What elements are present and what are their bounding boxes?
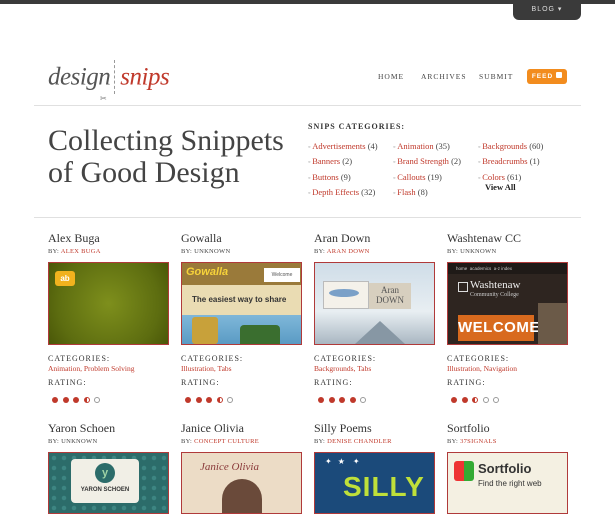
rating-dot: [216, 397, 223, 403]
rating-label: RATING:: [181, 378, 220, 387]
category-link[interactable]: Brand Strength (2): [393, 154, 461, 169]
snip-name[interactable]: Silly Poems: [314, 421, 438, 436]
categories-label: CATEGORIES:: [48, 354, 111, 363]
categories-label: CATEGORIES:: [181, 354, 244, 363]
rating-dot: [339, 397, 345, 403]
snip-name[interactable]: Gowalla: [181, 231, 305, 246]
snip-categories[interactable]: Animation, Problem Solving: [48, 364, 134, 373]
scissors-icon: ✂: [100, 94, 107, 103]
nav-submit-link[interactable]: SUBMIT: [479, 72, 513, 81]
snip-author: BY: UNKNOWN: [181, 248, 231, 255]
rating-label: RATING:: [314, 378, 353, 387]
rating-label: RATING:: [447, 378, 486, 387]
snip-author: BY: ARAN DOWN: [314, 248, 370, 255]
snip-name[interactable]: Yaron Schoen: [48, 421, 172, 436]
categories-column: Advertisements (4)Banners (2)Buttons (9)…: [308, 139, 378, 200]
rating-dot: [83, 397, 90, 403]
snip-thumbnail[interactable]: y YARON SCHOEN: [48, 452, 169, 514]
nav-home-link[interactable]: HOME: [378, 72, 404, 81]
aran-down-logo: Aran DOWN: [369, 283, 411, 309]
page-headline: Collecting Snippets of Good Design: [48, 124, 284, 189]
categories-column: Backgrounds (60)Breadcrumbs (1)Colors (6…: [478, 139, 543, 185]
snip-thumbnail[interactable]: ✦ ★ ✦ SILLY: [314, 452, 435, 514]
snip-name[interactable]: Janice Olivia: [181, 421, 305, 436]
rating-dot: [493, 397, 499, 403]
categories-column: Animation (35)Brand Strength (2)Callouts…: [393, 139, 461, 200]
rating-dots: [318, 390, 371, 403]
ab-logo: ab: [55, 271, 75, 286]
rating-dot: [451, 397, 457, 403]
view-all-link[interactable]: View All: [485, 182, 516, 192]
snip-author: BY: UNKNOWN: [48, 438, 98, 445]
snip-card-title[interactable]: Alex Buga BY: ALEX BUGA: [48, 231, 172, 255]
snip-categories[interactable]: Illustration, Tabs: [181, 364, 232, 373]
category-link[interactable]: Advertisements (4): [308, 139, 377, 154]
snip-author: BY: DENISE CHANDLER: [314, 438, 392, 445]
logo-design-text: design: [48, 63, 111, 91]
rating-dot: [349, 397, 356, 403]
rating-dot: [461, 397, 468, 403]
rating-dot: [185, 397, 191, 403]
gowalla-logo: Gowalla: [186, 266, 229, 278]
category-link[interactable]: Banners (2): [308, 154, 378, 169]
category-link[interactable]: Flash (8): [393, 185, 461, 200]
logo-snips-text: snips: [120, 63, 170, 91]
category-link[interactable]: Animation (35): [393, 139, 461, 154]
categories-label: CATEGORIES:: [447, 354, 510, 363]
category-link[interactable]: Depth Effects (32): [308, 185, 378, 200]
rating-dots: [451, 390, 504, 403]
rating-dot: [206, 397, 212, 403]
rating-label: RATING:: [48, 378, 87, 387]
snip-thumbnail[interactable]: Gowalla Welcome The easiest way to share: [181, 262, 302, 345]
snip-author: BY: UNKNOWN: [447, 248, 497, 255]
snip-thumbnail[interactable]: Aran DOWN: [314, 262, 435, 345]
rating-dots: [185, 390, 238, 403]
rating-dot: [482, 397, 489, 403]
rating-dot: [62, 397, 69, 403]
snip-name[interactable]: Alex Buga: [48, 231, 172, 246]
nav-archives-link[interactable]: ARCHIVES: [421, 72, 467, 81]
blog-dropdown-button[interactable]: BLOG ▾: [513, 0, 581, 20]
category-link[interactable]: Backgrounds (60): [478, 139, 543, 154]
feed-button[interactable]: FEED: [527, 69, 567, 84]
categories-label: CATEGORIES:: [314, 354, 377, 363]
snip-author: BY: 37SIGNALS: [447, 438, 497, 445]
snip-thumbnail[interactable]: ab: [48, 262, 169, 345]
header-divider: [34, 105, 581, 106]
snip-categories[interactable]: Backgrounds, Tabs: [314, 364, 371, 373]
snip-thumbnail[interactable]: Janice Olivia: [181, 452, 302, 514]
categories-title: SNIPS CATEGORIES:: [308, 122, 406, 131]
rating-dot: [328, 397, 335, 403]
logo-divider: [114, 60, 116, 94]
rating-dot: [94, 397, 100, 403]
snip-thumbnail[interactable]: Sortfolio Find the right web: [447, 452, 568, 514]
section-divider: [34, 217, 581, 218]
category-link[interactable]: Callouts (19): [393, 170, 461, 185]
feed-label: FEED: [531, 73, 554, 80]
rating-dot: [472, 397, 478, 403]
rating-dot: [318, 397, 324, 403]
snip-thumbnail[interactable]: home academics a-z index Washtenaw Commu…: [447, 262, 568, 345]
snip-categories[interactable]: Illustration, Navigation: [447, 364, 517, 373]
snip-name[interactable]: Aran Down: [314, 231, 438, 246]
rating-dot: [52, 397, 58, 403]
snip-name[interactable]: Washtenaw CC: [447, 231, 571, 246]
rating-dot: [195, 397, 202, 403]
rating-dots: [52, 390, 105, 403]
rating-dot: [360, 397, 366, 403]
rating-dot: [227, 397, 233, 403]
snip-name[interactable]: Sortfolio: [447, 421, 571, 436]
site-logo[interactable]: design snips: [48, 60, 170, 96]
snip-author: BY: CONCEPT CULTURE: [181, 438, 260, 445]
category-link[interactable]: Buttons (9): [308, 170, 378, 185]
snip-author: BY: ALEX BUGA: [48, 248, 101, 255]
category-link[interactable]: Breadcrumbs (1): [478, 154, 543, 169]
rss-icon: [556, 72, 563, 79]
rating-dot: [73, 397, 79, 403]
